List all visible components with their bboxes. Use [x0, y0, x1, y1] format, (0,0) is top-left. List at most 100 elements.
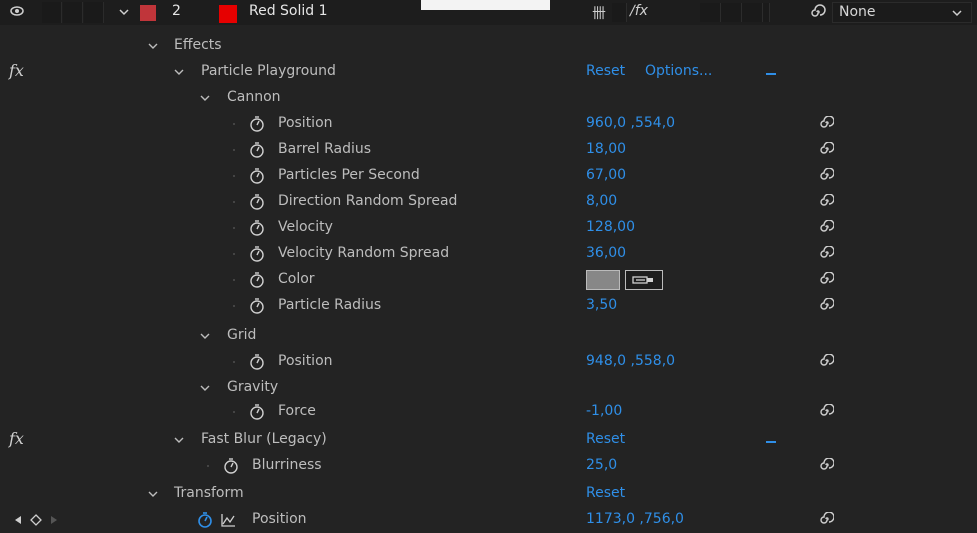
fx-toggle-icon[interactable]: fx: [9, 429, 24, 448]
add-keyframe-diamond-icon[interactable]: [30, 514, 42, 526]
property-value[interactable]: 67,00: [586, 167, 626, 183]
property-row: Color: [0, 268, 977, 293]
expression-pickwhip-icon[interactable]: [818, 116, 834, 132]
stopwatch-icon[interactable]: [223, 457, 239, 475]
audio-toggle[interactable]: [42, 2, 62, 23]
expression-pickwhip-icon[interactable]: [818, 272, 834, 288]
color-swatch[interactable]: [586, 270, 620, 290]
reset-link[interactable]: Reset: [586, 63, 625, 79]
expression-pickwhip-icon[interactable]: [818, 142, 834, 158]
graph-editor-icon[interactable]: [220, 511, 236, 529]
3d-switch[interactable]: [742, 3, 763, 22]
stopwatch-icon[interactable]: [249, 353, 265, 371]
reset-link[interactable]: Reset: [586, 431, 625, 447]
row-dot-marker: [233, 123, 235, 125]
parent-pickwhip-icon[interactable]: [808, 4, 826, 22]
layer-name[interactable]: Red Solid 1: [249, 3, 328, 19]
stopwatch-icon[interactable]: [249, 219, 265, 237]
row-dot-marker: [233, 361, 235, 363]
property-value[interactable]: 36,00: [586, 245, 626, 261]
motion-blur-switch[interactable]: [700, 3, 721, 22]
effects-group-row: Effects: [0, 34, 977, 59]
chevron-down-icon[interactable]: [147, 489, 159, 499]
property-value[interactable]: 3,50: [586, 297, 617, 313]
expression-pickwhip-icon[interactable]: [818, 404, 834, 420]
effect-name-label[interactable]: Particle Playground: [201, 63, 336, 79]
property-label: Color: [278, 271, 315, 287]
adjustment-switch[interactable]: [721, 3, 742, 22]
stopwatch-icon[interactable]: [249, 245, 265, 263]
chevron-down-icon[interactable]: [173, 435, 185, 445]
row-dot-marker: [233, 411, 235, 413]
solo-toggle[interactable]: [63, 2, 83, 23]
property-value[interactable]: 18,00: [586, 141, 626, 157]
previous-keyframe-icon[interactable]: [12, 514, 24, 526]
stopwatch-icon[interactable]: [249, 403, 265, 421]
stopwatch-icon[interactable]: [249, 167, 265, 185]
fx-switch-icon[interactable]: ∕fx: [630, 3, 648, 19]
expression-pickwhip-icon[interactable]: [818, 194, 834, 210]
compositing-options-indicator[interactable]: [766, 73, 776, 75]
property-value[interactable]: 25,0: [586, 457, 617, 473]
stopwatch-icon[interactable]: [249, 297, 265, 315]
chevron-down-icon[interactable]: [199, 383, 211, 393]
property-label: Barrel Radius: [278, 141, 372, 157]
chevron-down-icon[interactable]: [199, 93, 211, 103]
property-label: Position: [278, 353, 333, 369]
property-label: Position: [278, 115, 333, 131]
property-value[interactable]: 1173,0 ,756,0: [586, 511, 684, 527]
parent-dropdown[interactable]: None: [832, 2, 972, 23]
property-label: Velocity: [278, 219, 333, 235]
property-value[interactable]: 960,0 ,554,0: [586, 115, 675, 131]
expression-pickwhip-icon[interactable]: [818, 220, 834, 236]
gravity-group-row: Gravity: [0, 376, 977, 401]
collapse-switch[interactable]: [612, 3, 627, 22]
stopwatch-icon[interactable]: [249, 193, 265, 211]
expression-pickwhip-icon[interactable]: [818, 298, 834, 314]
stopwatch-icon[interactable]: [249, 115, 265, 133]
eye-visibility-icon[interactable]: [10, 6, 24, 16]
row-dot-marker: [233, 175, 235, 177]
transform-group-row: Transform Reset: [0, 482, 977, 507]
property-row: Velocity 128,00: [0, 216, 977, 241]
property-value[interactable]: 8,00: [586, 193, 617, 209]
layer-expand-chevron-icon[interactable]: [117, 5, 131, 19]
lock-toggle[interactable]: [84, 2, 104, 23]
property-row: Velocity Random Spread 36,00: [0, 242, 977, 267]
chevron-down-icon[interactable]: [199, 331, 211, 341]
effects-label: Effects: [174, 37, 222, 53]
layer-source-color-icon: [219, 5, 237, 23]
reset-link[interactable]: Reset: [586, 485, 625, 501]
options-link[interactable]: Options...: [645, 63, 712, 79]
layer-header-row: 2 Red Solid 1 卌 ∕fx None: [0, 0, 977, 25]
fx-toggle-icon[interactable]: fx: [9, 61, 24, 80]
row-dot-marker: [233, 149, 235, 151]
expression-pickwhip-icon[interactable]: [818, 354, 834, 370]
stopwatch-icon[interactable]: [249, 141, 265, 159]
property-value[interactable]: -1,00: [586, 403, 622, 419]
expression-pickwhip-icon[interactable]: [818, 512, 834, 528]
row-dot-marker: [233, 227, 235, 229]
expression-pickwhip-icon[interactable]: [818, 168, 834, 184]
property-value[interactable]: 128,00: [586, 219, 635, 235]
stopwatch-active-icon[interactable]: [197, 511, 213, 529]
chevron-down-icon[interactable]: [173, 67, 185, 77]
property-row: Barrel Radius 18,00: [0, 138, 977, 163]
shy-switch-icon[interactable]: 卌: [592, 3, 606, 23]
expression-pickwhip-icon[interactable]: [818, 458, 834, 474]
grid-group-row: Grid: [0, 324, 977, 349]
property-value[interactable]: 948,0 ,558,0: [586, 353, 675, 369]
compositing-options-indicator[interactable]: [766, 441, 776, 443]
row-dot-marker: [207, 465, 209, 467]
expression-pickwhip-icon[interactable]: [818, 246, 834, 262]
quality-switch[interactable]: [763, 3, 770, 22]
row-dot-marker: [233, 305, 235, 307]
eyedropper-button[interactable]: [625, 270, 663, 290]
effect-name-label[interactable]: Fast Blur (Legacy): [201, 431, 327, 447]
stopwatch-icon[interactable]: [249, 271, 265, 289]
property-label: Position: [252, 511, 307, 527]
tooltip-strip: [421, 0, 550, 10]
label-color-box[interactable]: [140, 5, 156, 21]
chevron-down-icon[interactable]: [147, 41, 159, 51]
next-keyframe-icon[interactable]: [48, 514, 60, 526]
